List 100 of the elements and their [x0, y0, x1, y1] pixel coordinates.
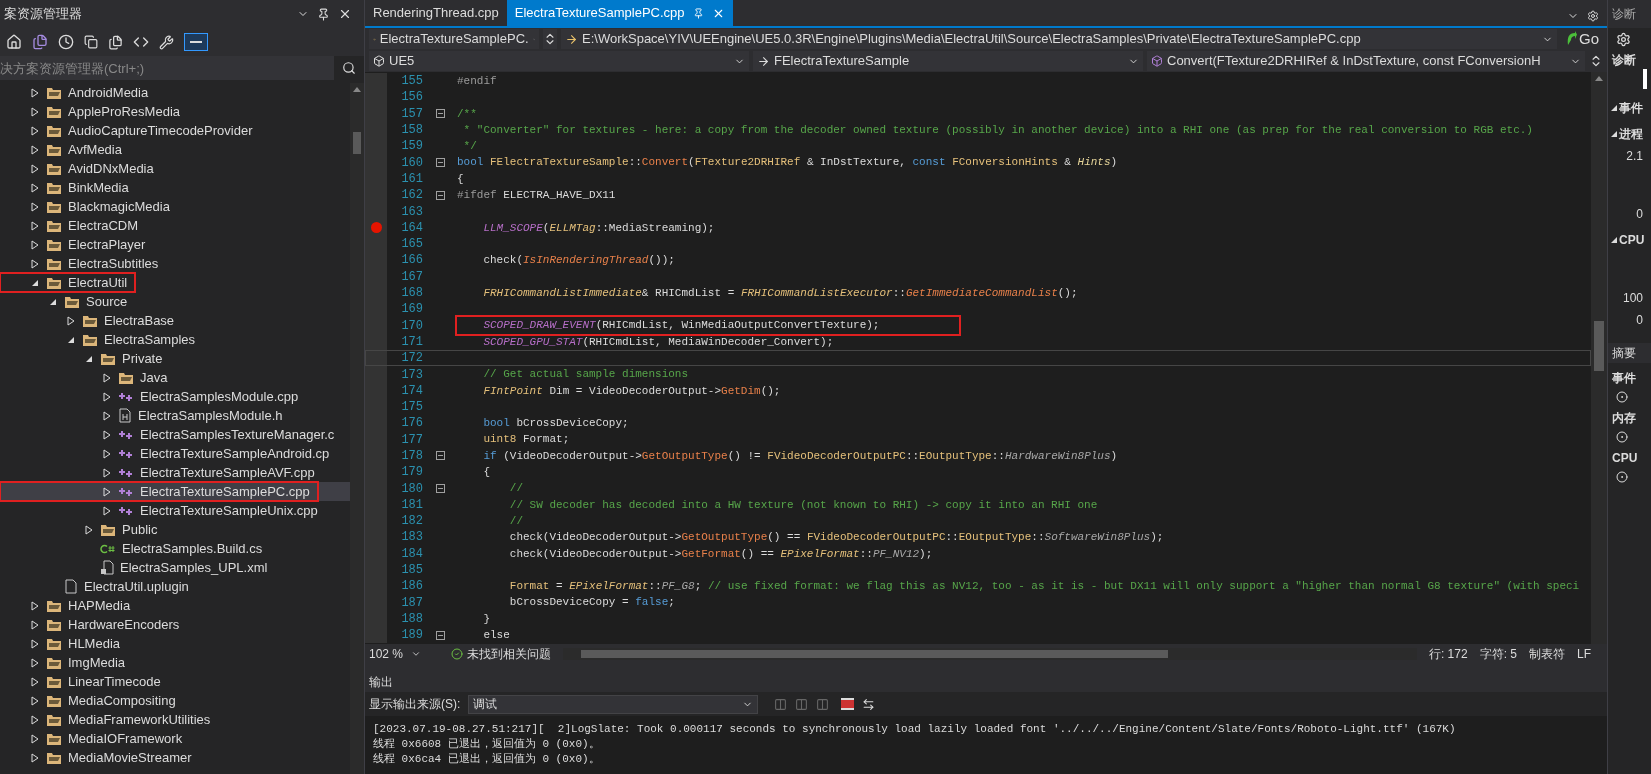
wrench-icon[interactable] [159, 34, 174, 50]
project-dropdown[interactable]: UE5 [369, 51, 749, 71]
wrap-icon[interactable] [862, 697, 876, 711]
search-field[interactable]: 决方案资源管理器(Ctrl+;) [0, 56, 334, 80]
collapsed-arrow-icon[interactable] [30, 144, 40, 155]
tree-item[interactable]: MediaFrameworkUtilities [0, 710, 219, 729]
tree-item[interactable]: MediaMovieStreamer [0, 748, 200, 767]
tree-item[interactable]: Java [0, 368, 176, 387]
scrollbar[interactable] [1591, 72, 1607, 644]
summary-tab[interactable]: 摘要 [1608, 343, 1651, 363]
fold-icon[interactable] [435, 109, 445, 119]
collapsed-arrow-icon[interactable] [66, 315, 76, 326]
tree-item[interactable]: BlackmagicMedia [0, 197, 178, 216]
tree-item[interactable]: ElectraUtil [0, 273, 136, 292]
tree-item[interactable]: ElectraTextureSampleUnix.cpp [0, 501, 326, 520]
tree-item[interactable]: MediaIOFramework [0, 729, 191, 748]
collapsed-arrow-icon[interactable] [30, 752, 40, 763]
expanded-arrow-icon[interactable] [1610, 130, 1618, 138]
tree-item[interactable]: ElectraSamples.Build.cs [0, 539, 271, 558]
pages-icon[interactable] [108, 34, 123, 50]
spin-control[interactable] [543, 29, 557, 49]
collapsed-arrow-icon[interactable] [30, 676, 40, 687]
tree-item[interactable]: ElectraSamplesTextureManager.c [0, 425, 343, 444]
breakpoint-icon[interactable] [370, 222, 382, 234]
scope-dropdown[interactable]: FElectraTextureSample [753, 51, 1143, 71]
code-icon[interactable] [133, 34, 149, 50]
search-icon[interactable] [342, 61, 356, 75]
collapsed-arrow-icon[interactable] [30, 125, 40, 136]
collapsed-arrow-icon[interactable] [84, 524, 94, 535]
close-icon[interactable] [338, 7, 352, 21]
tree-item[interactable]: LinearTimecode [0, 672, 169, 691]
tree-item[interactable]: ElectraTextureSampleAVF.cpp [0, 463, 323, 482]
expanded-arrow-icon[interactable] [1610, 236, 1618, 244]
tree-item[interactable]: AvidDNxMedia [0, 159, 162, 178]
tree-item[interactable]: ElectraSamplesModule.h [0, 406, 291, 425]
collapsed-arrow-icon[interactable] [30, 106, 40, 117]
tree-item[interactable]: HardwareEncoders [0, 615, 188, 634]
tree-item[interactable]: AvfMedia [0, 140, 130, 159]
pin-icon[interactable] [317, 7, 330, 21]
tree-item[interactable]: ElectraPlayer [0, 235, 154, 254]
fold-icon[interactable] [435, 484, 445, 494]
collapsed-arrow-icon[interactable] [30, 619, 40, 630]
tree-item[interactable]: ImgMedia [0, 653, 134, 672]
horizontal-scrollbar[interactable] [563, 648, 1417, 660]
collapsed-arrow-icon[interactable] [30, 258, 40, 269]
section-header[interactable]: 事件 [1619, 99, 1643, 117]
tree-item[interactable]: HAPMedia [0, 596, 139, 615]
collapsed-arrow-icon[interactable] [102, 410, 112, 421]
editor-tab[interactable]: RenderingThread.cpp [365, 0, 507, 26]
tree-item[interactable]: AndroidMedia [0, 83, 157, 102]
collapsed-arrow-icon[interactable] [102, 448, 112, 459]
fold-icon[interactable] [435, 190, 445, 200]
collapsed-arrow-icon[interactable] [30, 182, 40, 193]
tree-item[interactable]: ElectraTextureSampleAndroid.cp [0, 444, 338, 463]
collapsed-arrow-icon[interactable] [102, 505, 112, 516]
zoom-dropdown[interactable]: 102 % [369, 645, 439, 663]
collapsed-arrow-icon[interactable] [102, 486, 112, 497]
home-icon[interactable] [6, 34, 22, 50]
collapsed-arrow-icon[interactable] [30, 638, 40, 649]
tree-item[interactable]: ElectraSamplesModule.cpp [0, 387, 307, 406]
source-dropdown[interactable]: 调试 [468, 694, 759, 714]
collapsed-arrow-icon[interactable] [102, 372, 112, 383]
collapsed-arrow-icon[interactable] [30, 600, 40, 611]
collapsed-arrow-icon[interactable] [30, 695, 40, 706]
collapsed-arrow-icon[interactable] [30, 87, 40, 98]
clock-icon[interactable] [58, 34, 74, 50]
tree-item[interactable]: HLMedia [0, 634, 129, 653]
fold-icon[interactable] [435, 630, 445, 640]
settings-icon[interactable] [1616, 32, 1631, 47]
tree-item[interactable]: Source [0, 292, 136, 311]
collapsed-arrow-icon[interactable] [30, 657, 40, 668]
tree-item[interactable]: Private [0, 349, 171, 368]
solution-view-icon[interactable] [32, 34, 48, 50]
section-header[interactable]: 进程 [1619, 125, 1643, 143]
expanded-arrow-icon[interactable] [1610, 104, 1618, 112]
collapsed-arrow-icon[interactable] [30, 733, 40, 744]
scrollbar[interactable] [350, 83, 364, 774]
tree-item[interactable]: MediaCompositing [0, 691, 184, 710]
tree-item[interactable]: ElectraCDM [0, 216, 147, 235]
issues-status[interactable]: 未找到相关问题 [467, 645, 551, 663]
fold-icon[interactable] [435, 158, 445, 168]
tree-item[interactable]: ElectraSamples_UPL.xml [0, 558, 276, 577]
go-button[interactable]: Go [1561, 27, 1603, 51]
tree-item[interactable]: ElectraSamples [0, 330, 204, 349]
collapse-icon[interactable] [84, 35, 98, 49]
clear-icon[interactable] [841, 698, 855, 710]
tree-item[interactable]: BinkMedia [0, 178, 137, 197]
section-header[interactable]: CPU [1619, 231, 1645, 249]
collapsed-arrow-icon[interactable] [30, 239, 40, 250]
tree-item[interactable]: AudioCaptureTimecodeProvider [0, 121, 261, 140]
summary-item[interactable]: 事件 [1612, 369, 1647, 387]
tree-item[interactable]: ElectraBase [0, 311, 183, 330]
collapsed-arrow-icon[interactable] [30, 163, 40, 174]
collapsed-arrow-icon[interactable] [30, 714, 40, 725]
editor-tab[interactable]: ElectraTextureSamplePC.cpp [506, 0, 733, 26]
fold-icon[interactable] [435, 451, 445, 461]
settings-icon[interactable] [1587, 10, 1599, 22]
tree-item[interactable]: Public [0, 520, 166, 539]
path-dropdown[interactable]: E:\WorkSpace\YIV\UEEngine\UE5.0.3R\Engine\Plugins\Media\ElectraUtil\Source\ElectraSamples\Private\ElectraTextureSamplePC.cpp [561, 29, 1557, 49]
collapsed-arrow-icon[interactable] [30, 201, 40, 212]
